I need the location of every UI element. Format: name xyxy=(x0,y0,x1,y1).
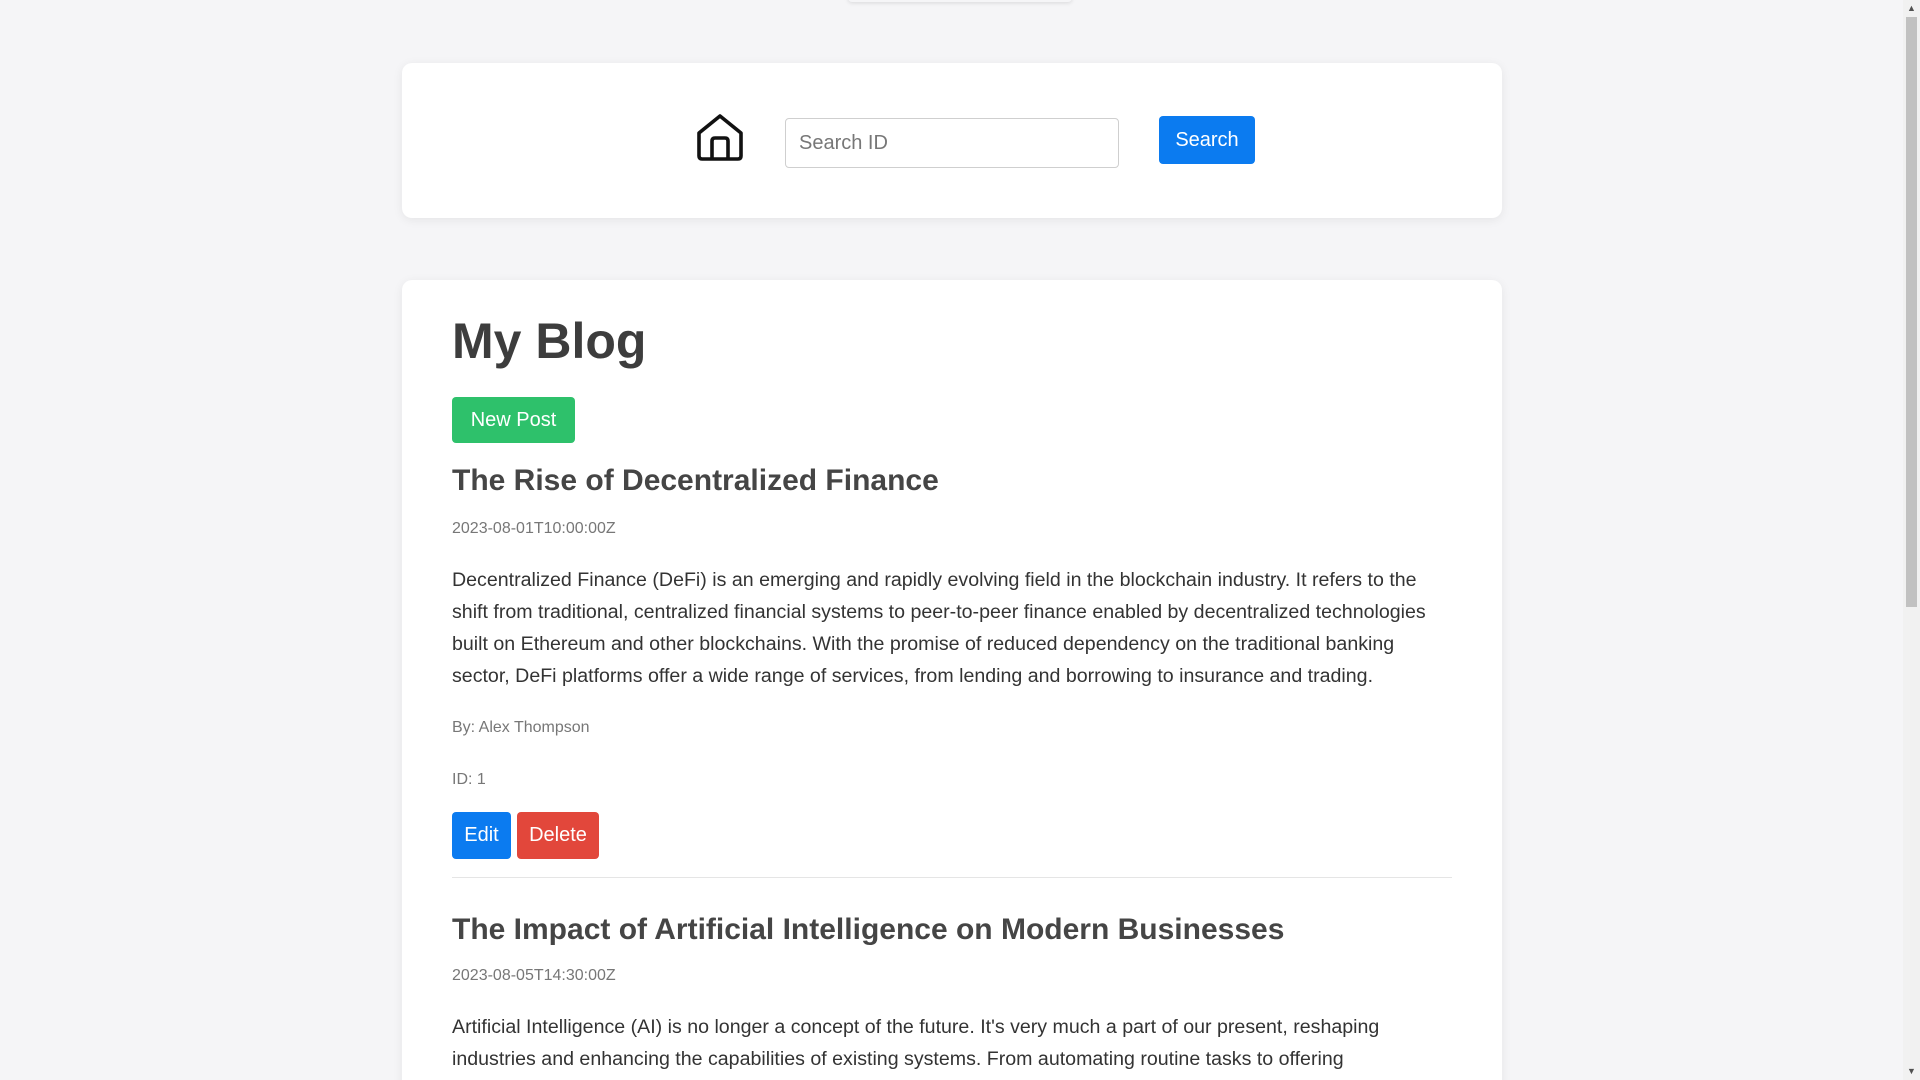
scroll-up-arrow-icon[interactable]: ▲ xyxy=(1903,0,1920,17)
post-date: 2023-08-05T14:30:00Z xyxy=(452,966,616,984)
post-title: The Impact of Artificial Intelligence on… xyxy=(452,912,1285,946)
post-date: 2023-08-01T10:00:00Z xyxy=(452,520,616,537)
search-id-input[interactable] xyxy=(785,118,1119,168)
scrollbar-thumb[interactable] xyxy=(1906,17,1917,607)
page: Search My Blog New Post The Rise of Dece… xyxy=(0,0,1920,1080)
delete-button[interactable]: Delete xyxy=(517,811,599,859)
post-title: The Rise of Decentralized Finance xyxy=(452,464,939,497)
post-id: ID: 1 xyxy=(452,771,486,789)
search-bar-card: Search xyxy=(402,63,1502,218)
page-title: My Blog xyxy=(452,313,647,369)
post-body: Artificial Intelligence (AI) is no longe… xyxy=(452,1015,1380,1070)
edit-button[interactable]: Edit xyxy=(452,811,511,859)
post-item: The Rise of Decentralized Finance 2023-0… xyxy=(452,463,1452,878)
post-author: By: Alex Thompson xyxy=(452,719,590,737)
home-icon[interactable] xyxy=(694,111,746,163)
top-edge-shadow xyxy=(848,0,1072,2)
post-body: Decentralized Finance (DeFi) is an emerg… xyxy=(452,569,1426,688)
new-post-button[interactable]: New Post xyxy=(452,397,575,443)
blog-card: My Blog New Post The Rise of Decentraliz… xyxy=(402,280,1502,1080)
search-button[interactable]: Search xyxy=(1159,116,1255,164)
scroll-down-arrow-icon[interactable]: ▼ xyxy=(1903,1063,1920,1080)
post-item: The Impact of Artificial Intelligence on… xyxy=(452,912,1452,1080)
vertical-scrollbar[interactable]: ▲ ▼ xyxy=(1903,0,1920,1080)
post-actions: Edit Delete xyxy=(452,811,1452,859)
